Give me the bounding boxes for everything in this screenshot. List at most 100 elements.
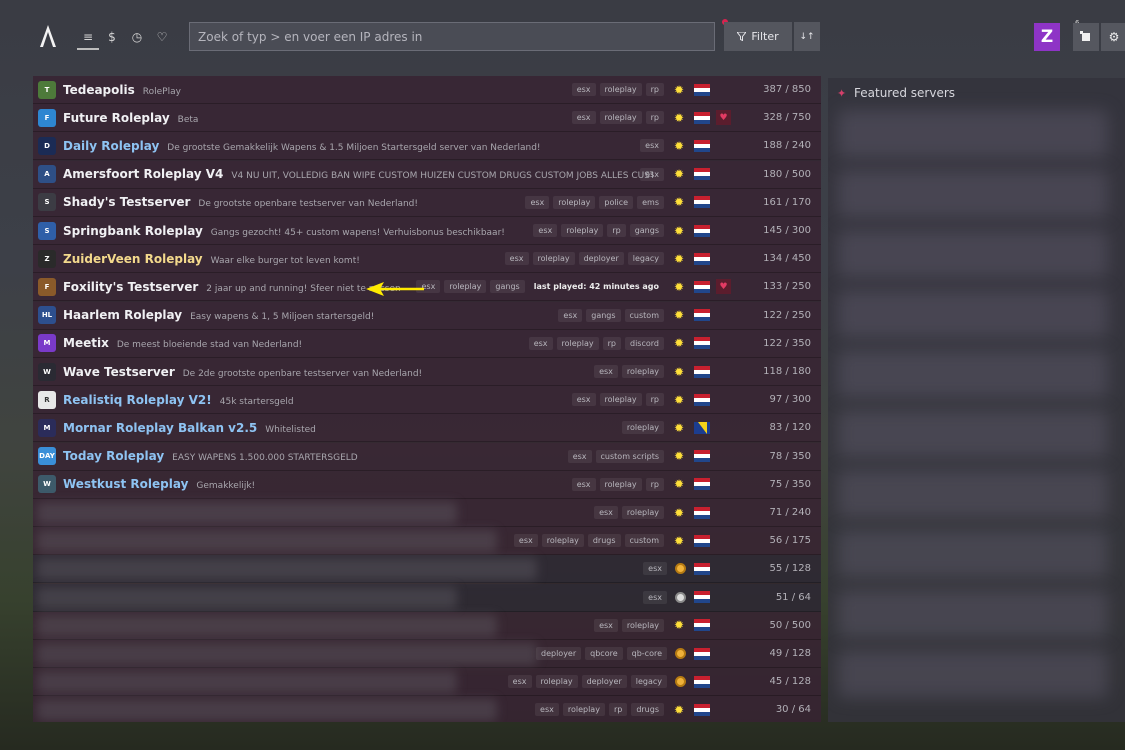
server-tag[interactable]: esx — [533, 224, 558, 237]
search-input[interactable] — [189, 22, 715, 51]
notifications-button[interactable] — [1073, 23, 1099, 51]
server-tag[interactable]: gangs — [586, 308, 621, 322]
server-tag[interactable]: esx — [594, 618, 618, 632]
server-tag[interactable]: roleplay — [621, 421, 664, 435]
server-tag[interactable]: gangs — [490, 280, 525, 294]
server-row[interactable]: W Wave Testserver De 2de grootste openbare… — [33, 358, 821, 386]
server-tag[interactable]: roleplay — [532, 252, 575, 266]
server-tag[interactable]: roleplay — [599, 111, 642, 125]
server-tag[interactable]: esx — [571, 477, 596, 491]
server-row[interactable]: D Daily Roleplay De grootste Gemakkelijk W… — [33, 132, 821, 161]
server-tag[interactable]: esx — [640, 139, 664, 153]
server-tag[interactable]: roleplay — [621, 506, 664, 519]
featured-server-card[interactable] — [838, 590, 1108, 638]
featured-server-card[interactable] — [838, 110, 1108, 158]
server-row[interactable]: deployer qbcore qb-core 49 / 128 — [33, 640, 821, 668]
server-tag[interactable]: esx — [643, 562, 667, 576]
server-tag[interactable]: roleplay — [541, 534, 584, 548]
server-tag[interactable]: drugs — [587, 534, 621, 548]
server-tag[interactable]: esx — [525, 195, 550, 209]
server-row[interactable]: esx roleplay drugs custom ✹ 56 / 175 — [33, 527, 821, 556]
server-tag[interactable]: roleplay — [621, 365, 664, 378]
featured-server-card[interactable] — [838, 170, 1108, 218]
server-row[interactable]: HL Haarlem Roleplay Easy wapens & 1, 5 Mil… — [33, 301, 821, 330]
server-tag[interactable]: rp — [645, 111, 664, 125]
favorite-heart-icon[interactable]: ♥ — [716, 279, 731, 295]
list-icon[interactable]: ≡ — [79, 28, 97, 46]
featured-server-card[interactable] — [838, 650, 1108, 698]
server-tag[interactable]: rp — [645, 83, 664, 96]
server-row[interactable]: esx 55 / 128 — [33, 555, 821, 584]
sort-button[interactable]: ↓↑ — [794, 22, 820, 51]
server-row[interactable]: R Realistiq Roleplay V2! 45k startersgeld e… — [33, 386, 821, 415]
history-icon[interactable]: ◷ — [128, 28, 146, 46]
server-tag[interactable]: drugs — [631, 703, 664, 717]
server-row[interactable]: W Westkust Roleplay Gemakkelijk! esx rolepla… — [33, 470, 821, 499]
server-row[interactable]: DAY Today Roleplay EASY WAPENS 1.500.000 S… — [33, 442, 821, 471]
server-tag[interactable]: custom — [624, 308, 664, 322]
featured-server-card[interactable] — [838, 410, 1108, 458]
premium-icon[interactable]: $ — [103, 28, 121, 46]
featured-server-card[interactable] — [838, 470, 1108, 518]
server-tag[interactable]: esx — [640, 167, 664, 181]
server-tag[interactable]: roleplay — [599, 477, 642, 491]
server-tag[interactable]: esx — [558, 308, 583, 322]
favorites-icon[interactable]: ♡ — [153, 28, 171, 46]
server-tag[interactable]: roleplay — [553, 195, 596, 209]
server-tag[interactable]: esx — [594, 365, 618, 378]
server-tag[interactable]: roleplay — [599, 393, 642, 407]
server-row[interactable]: A Amersfoort Roleplay V4 V4 NU UIT, VOLLED… — [33, 160, 821, 189]
server-tag[interactable]: deployer — [536, 647, 582, 660]
server-tag[interactable]: esx — [571, 111, 596, 125]
server-tag[interactable]: rp — [645, 477, 664, 491]
server-tag[interactable]: legacy — [627, 252, 664, 266]
featured-server-card[interactable] — [838, 350, 1108, 398]
featured-server-card[interactable] — [838, 290, 1108, 338]
server-tag[interactable]: esx — [594, 506, 618, 519]
server-tag[interactable]: legacy — [630, 675, 667, 689]
server-tag[interactable]: esx — [507, 675, 532, 689]
server-tag[interactable]: roleplay — [444, 280, 487, 294]
server-tag[interactable]: deployer — [578, 252, 624, 266]
server-tag[interactable]: esx — [571, 393, 596, 407]
server-tag[interactable]: esx — [513, 534, 538, 548]
server-row[interactable]: T Tedeapolis RolePlay esx roleplay rp ✹ 387 / 8… — [33, 76, 821, 104]
server-tag[interactable]: qb-core — [626, 647, 667, 660]
server-tag[interactable]: ems — [637, 195, 664, 209]
server-tag[interactable]: esx — [535, 703, 559, 717]
server-tag[interactable]: qbcore — [585, 647, 623, 660]
server-tag[interactable]: discord — [625, 336, 664, 350]
server-tag[interactable]: esx — [571, 83, 596, 96]
server-tag[interactable]: deployer — [581, 675, 627, 689]
server-tag[interactable]: rp — [645, 393, 664, 407]
server-tag[interactable]: roleplay — [621, 618, 664, 632]
server-row[interactable]: esx roleplay deployer legacy 45 / 128 — [33, 668, 821, 697]
server-row[interactable]: esx roleplay rp drugs ✹ 30 / 64 — [33, 696, 821, 722]
server-tag[interactable]: esx — [504, 252, 529, 266]
server-row[interactable]: M Mornar Roleplay Balkan v2.5 Whitelisted r… — [33, 414, 821, 443]
settings-button[interactable]: ⚙ — [1101, 23, 1125, 51]
server-tag[interactable]: custom scripts — [595, 449, 664, 463]
server-tag[interactable]: gangs — [629, 224, 664, 237]
server-tag[interactable]: rp — [602, 336, 621, 350]
server-row[interactable]: Z ZuiderVeen Roleplay Waar elke burger tot… — [33, 245, 821, 274]
server-tag[interactable]: police — [599, 195, 634, 209]
server-row[interactable]: M Meetix De meest bloeiende stad van Neder… — [33, 329, 821, 358]
server-row[interactable]: S Springbank Roleplay Gangs gezocht! 45+ c… — [33, 217, 821, 245]
featured-server-card[interactable] — [838, 530, 1108, 578]
server-tag[interactable]: roleplay — [562, 703, 605, 717]
server-tag[interactable]: roleplay — [561, 224, 604, 237]
app-logo-icon[interactable] — [38, 24, 58, 48]
server-tag[interactable]: rp — [607, 224, 626, 237]
server-tag[interactable]: esx — [567, 449, 592, 463]
server-row[interactable]: S Shady's Testserver De grootste openbare … — [33, 188, 821, 217]
avatar[interactable]: Z — [1034, 23, 1060, 51]
favorite-heart-icon[interactable]: ♥ — [716, 110, 731, 126]
filter-button[interactable]: Filter — [724, 22, 792, 51]
server-tag[interactable]: roleplay — [535, 675, 578, 689]
server-row[interactable]: F Future Roleplay Beta esx roleplay rp ✹ ♥ 328 /… — [33, 104, 821, 133]
server-tag[interactable]: esx — [643, 590, 667, 604]
featured-server-card[interactable] — [838, 230, 1108, 278]
server-row[interactable]: esx roleplay ✹ 71 / 240 — [33, 499, 821, 527]
server-tag[interactable]: rp — [608, 703, 628, 717]
